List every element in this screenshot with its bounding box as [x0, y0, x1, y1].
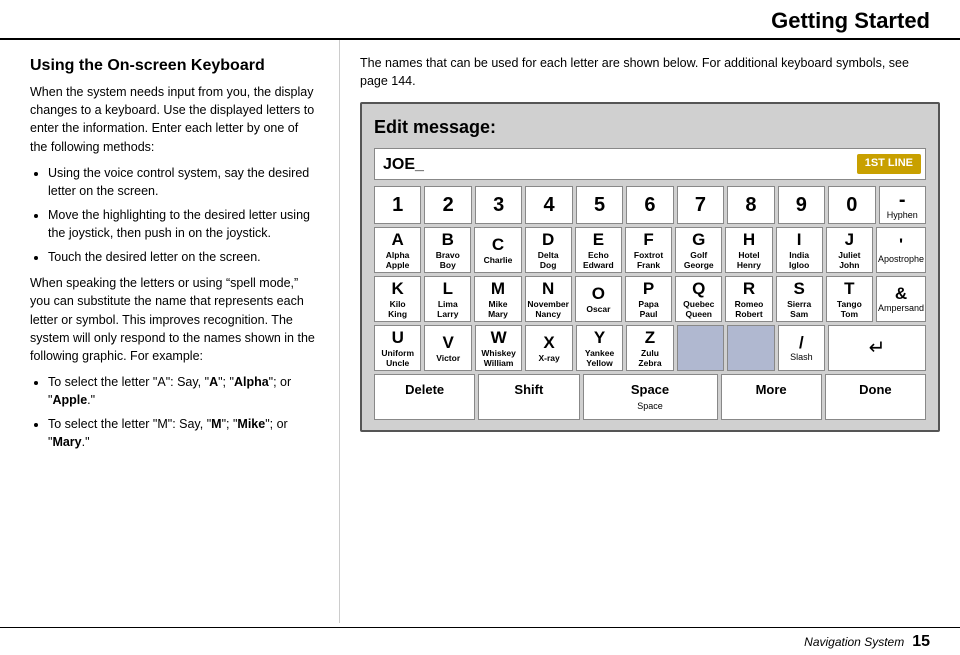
- page-title: Getting Started: [771, 8, 930, 33]
- space-button[interactable]: SpaceSpace: [583, 374, 718, 420]
- page-header: Getting Started: [0, 0, 960, 40]
- key-6[interactable]: 6: [626, 186, 673, 224]
- row-a-j: AAlphaApple BBravoBoy CCharlie DDeltaDog…: [374, 227, 926, 273]
- done-button[interactable]: Done: [825, 374, 926, 420]
- key-q[interactable]: QQuebecQueen: [675, 276, 722, 322]
- key-n[interactable]: NNovemberNancy: [525, 276, 572, 322]
- row-k-t: KKiloKing LLimaLarry MMikeMary NNovember…: [374, 276, 926, 322]
- key-x[interactable]: XX-ray: [525, 325, 572, 371]
- delete-button[interactable]: Delete: [374, 374, 475, 420]
- key-2[interactable]: 2: [424, 186, 471, 224]
- key-c[interactable]: CCharlie: [474, 227, 521, 273]
- key-b[interactable]: BBravoBoy: [424, 227, 471, 273]
- key-s[interactable]: SSierraSam: [776, 276, 823, 322]
- line-badge: 1ST LINE: [857, 154, 921, 174]
- key-3[interactable]: 3: [475, 186, 522, 224]
- key-p[interactable]: PPapaPaul: [625, 276, 672, 322]
- bullet-3: Touch the desired letter on the screen.: [48, 248, 319, 266]
- key-m[interactable]: MMikeMary: [474, 276, 521, 322]
- row-u-z: UUniformUncle VVictor WWhiskeyWilliam XX…: [374, 325, 926, 371]
- example-2: To select the letter "M": Say, "M"; "Mik…: [48, 415, 319, 451]
- key-e[interactable]: EEchoEdward: [575, 227, 622, 273]
- key-l[interactable]: LLimaLarry: [424, 276, 471, 322]
- key-highlight-2: [727, 325, 774, 371]
- number-row: 1 2 3 4 5 6 7 8 9 0 -Hyphen: [374, 186, 926, 224]
- key-highlight-1: [677, 325, 724, 371]
- key-a[interactable]: AAlphaApple: [374, 227, 421, 273]
- key-8[interactable]: 8: [727, 186, 774, 224]
- footer-label: Navigation System: [804, 635, 904, 649]
- key-d[interactable]: DDeltaDog: [525, 227, 572, 273]
- keyboard-title: Edit message:: [374, 114, 926, 140]
- key-hyphen[interactable]: -Hyphen: [879, 186, 926, 224]
- input-row: JOE_ 1ST LINE: [374, 148, 926, 180]
- bullet-list: Using the voice control system, say the …: [30, 164, 319, 267]
- key-slash[interactable]: /Slash: [778, 325, 825, 371]
- bullet-2: Move the highlighting to the desired let…: [48, 206, 319, 242]
- more-button[interactable]: More: [721, 374, 822, 420]
- shift-button[interactable]: Shift: [478, 374, 579, 420]
- example-1: To select the letter "A": Say, "A"; "Alp…: [48, 373, 319, 409]
- input-value: JOE_: [375, 153, 857, 176]
- bottom-buttons: Delete Shift SpaceSpace More Done: [374, 374, 926, 420]
- key-i[interactable]: IIndiaIgloo: [776, 227, 823, 273]
- key-g[interactable]: GGolfGeorge: [675, 227, 722, 273]
- key-k[interactable]: KKiloKing: [374, 276, 421, 322]
- key-apostrophe[interactable]: 'Apostrophe: [876, 227, 926, 273]
- key-0[interactable]: 0: [828, 186, 875, 224]
- key-9[interactable]: 9: [778, 186, 825, 224]
- footer-page: 15: [912, 633, 930, 651]
- key-y[interactable]: YYankeeYellow: [576, 325, 623, 371]
- key-r[interactable]: RRomeoRobert: [725, 276, 772, 322]
- section-heading: Using the On-screen Keyboard: [30, 56, 319, 75]
- key-v[interactable]: VVictor: [424, 325, 471, 371]
- key-enter[interactable]: ↵: [828, 325, 926, 371]
- key-t[interactable]: TTangoTom: [826, 276, 873, 322]
- key-7[interactable]: 7: [677, 186, 724, 224]
- key-z[interactable]: ZZuluZebra: [626, 325, 673, 371]
- main-content: Using the On-screen Keyboard When the sy…: [0, 40, 960, 623]
- key-5[interactable]: 5: [576, 186, 623, 224]
- bullet-1: Using the voice control system, say the …: [48, 164, 319, 200]
- key-f[interactable]: FFoxtrotFrank: [625, 227, 672, 273]
- key-j[interactable]: JJulietJohn: [826, 227, 873, 273]
- key-w[interactable]: WWhiskeyWilliam: [475, 325, 522, 371]
- example-list: To select the letter "A": Say, "A"; "Alp…: [30, 373, 319, 452]
- key-ampersand[interactable]: &Ampersand: [876, 276, 926, 322]
- key-h[interactable]: HHotelHenry: [725, 227, 772, 273]
- left-column: Using the On-screen Keyboard When the sy…: [0, 40, 340, 623]
- page-footer: Navigation System 15: [0, 627, 960, 655]
- key-o[interactable]: OOscar: [575, 276, 622, 322]
- key-u[interactable]: UUniformUncle: [374, 325, 421, 371]
- key-1[interactable]: 1: [374, 186, 421, 224]
- intro-para: When the system needs input from you, th…: [30, 83, 319, 156]
- right-desc: The names that can be used for each lett…: [360, 54, 940, 90]
- right-column: The names that can be used for each lett…: [340, 40, 960, 623]
- key-4[interactable]: 4: [525, 186, 572, 224]
- spell-para: When speaking the letters or using “spel…: [30, 274, 319, 365]
- keyboard-panel: Edit message: JOE_ 1ST LINE 1 2 3 4 5 6 …: [360, 102, 940, 432]
